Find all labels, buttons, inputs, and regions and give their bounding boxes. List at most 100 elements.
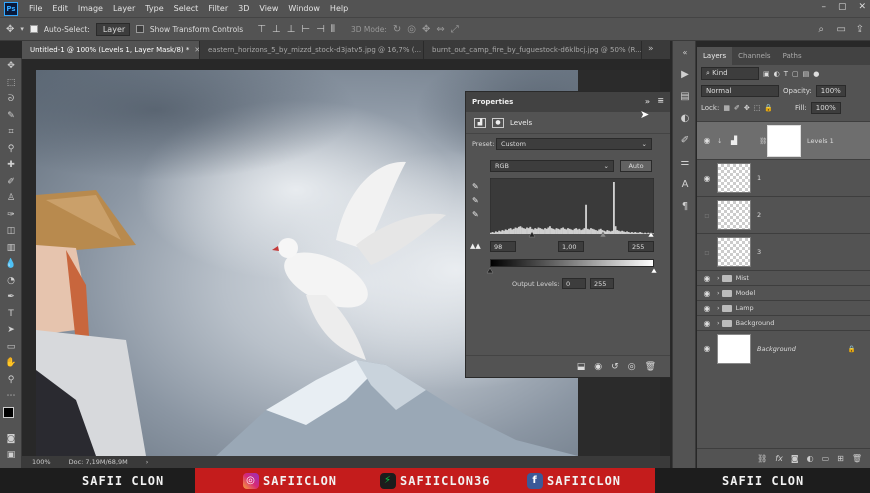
filter-adjustment-icon[interactable]: ◐ bbox=[774, 70, 780, 78]
layer-thumbnail[interactable] bbox=[717, 163, 751, 193]
reset-icon[interactable]: ↺ bbox=[611, 362, 619, 372]
auto-button[interactable]: Auto bbox=[620, 160, 652, 172]
align-bottom-icon[interactable]: ⊥ bbox=[287, 24, 296, 35]
3d-rotate-icon[interactable]: ↻ bbox=[393, 24, 401, 35]
align-middle-icon[interactable]: ⊥ bbox=[272, 24, 281, 35]
fill-field[interactable]: 100% bbox=[810, 101, 841, 114]
menu-select[interactable]: Select bbox=[169, 4, 204, 13]
lock-transparent-icon[interactable]: ▦ bbox=[723, 104, 730, 112]
layer-mask-thumbnail[interactable] bbox=[767, 124, 801, 157]
color-swatches[interactable] bbox=[0, 405, 22, 431]
layer-name[interactable]: Levels 1 bbox=[807, 137, 834, 145]
menu-image[interactable]: Image bbox=[73, 4, 108, 13]
delete-layer-icon[interactable]: 🗑 bbox=[852, 454, 862, 463]
gray-point-eyedropper-icon[interactable]: ✎ bbox=[472, 194, 479, 208]
eye-off-icon[interactable]: ▫ bbox=[697, 211, 717, 220]
play-actions-icon[interactable]: ▶ bbox=[673, 63, 697, 85]
layer-row-2[interactable]: ▫ 2 bbox=[697, 196, 870, 233]
clip-to-layer-icon[interactable]: ⬓ bbox=[577, 362, 586, 372]
input-white-field[interactable]: 255 bbox=[628, 241, 654, 252]
layer-name[interactable]: 2 bbox=[757, 211, 761, 219]
collapse-icon[interactable]: » bbox=[645, 97, 650, 106]
layer-name[interactable]: Mist bbox=[736, 274, 749, 282]
layer-name[interactable]: 1 bbox=[757, 174, 761, 182]
tab-layers[interactable]: Layers bbox=[697, 47, 733, 65]
expand-arrow-icon[interactable]: › bbox=[717, 274, 720, 282]
fx-icon[interactable]: fx bbox=[775, 454, 783, 463]
transform-controls-checkbox[interactable] bbox=[135, 25, 144, 33]
screen-mode-icon[interactable]: ▣ bbox=[0, 447, 22, 464]
eye-icon[interactable]: ◉ bbox=[697, 274, 717, 283]
auto-select-dropdown[interactable]: Layer bbox=[95, 22, 130, 36]
channel-dropdown[interactable]: RGB ⌄ bbox=[490, 160, 614, 172]
share-icon[interactable]: ⇪ bbox=[856, 24, 864, 35]
shape-tool-icon[interactable]: ▭ bbox=[0, 339, 22, 356]
menu-filter[interactable]: Filter bbox=[203, 4, 233, 13]
lock-all-icon[interactable]: 🔒 bbox=[764, 104, 773, 112]
eye-off-icon[interactable]: ▫ bbox=[697, 248, 717, 257]
chevron-down-icon[interactable]: ▾ bbox=[20, 25, 24, 33]
eraser-tool-icon[interactable]: ◫ bbox=[0, 223, 22, 240]
filter-kind-dropdown[interactable]: ⌕ Kind bbox=[701, 67, 759, 80]
expand-arrow-icon[interactable]: › bbox=[717, 319, 720, 327]
new-layer-icon[interactable]: ⊞ bbox=[837, 454, 844, 463]
visibility-icon[interactable]: ◎ bbox=[628, 362, 636, 372]
output-white-field[interactable]: 255 bbox=[590, 278, 614, 289]
layer-name[interactable]: Lamp bbox=[736, 304, 754, 312]
layer-group-background[interactable]: ◉ › Background bbox=[697, 315, 870, 330]
clipping-warning-icon[interactable]: ▲▲ bbox=[470, 242, 481, 250]
path-select-icon[interactable]: ➤ bbox=[0, 322, 22, 339]
layer-name[interactable]: Background bbox=[757, 345, 796, 353]
layer-mask-icon[interactable]: ● bbox=[492, 117, 504, 128]
workspace-icon[interactable]: ▭ bbox=[837, 24, 846, 35]
tab-burnt-out-camp-fire[interactable]: burnt_out_camp_fire_by_fuguestock-d6klbc… bbox=[424, 41, 642, 59]
paragraph-icon[interactable]: ¶ bbox=[673, 195, 697, 217]
character-icon[interactable]: A bbox=[673, 173, 697, 195]
expand-arrow-icon[interactable]: › bbox=[717, 304, 720, 312]
marquee-tool-icon[interactable]: ⬚ bbox=[0, 75, 22, 92]
tab-channels[interactable]: Channels bbox=[732, 47, 776, 65]
align-left-icon[interactable]: ⊢ bbox=[301, 24, 310, 35]
more-tools-icon[interactable]: ⋯ bbox=[0, 388, 22, 405]
link-icon[interactable]: ⛓ bbox=[759, 137, 767, 145]
layer-group-mist[interactable]: ◉ › Mist bbox=[697, 270, 870, 285]
layer-name[interactable]: 3 bbox=[757, 248, 761, 256]
menu-layer[interactable]: Layer bbox=[108, 4, 140, 13]
opacity-field[interactable]: 100% bbox=[815, 84, 846, 97]
lock-position-icon[interactable]: ✥ bbox=[744, 104, 750, 112]
delete-icon[interactable]: 🗑 bbox=[645, 362, 656, 372]
tab-eastern-horizons[interactable]: eastern_horizons_5_by_mizzd_stock-d3jatv… bbox=[200, 41, 424, 59]
3d-roll-icon[interactable]: ◎ bbox=[407, 24, 416, 35]
filter-pixel-icon[interactable]: ▣ bbox=[763, 70, 770, 78]
input-black-field[interactable]: 98 bbox=[490, 241, 516, 252]
filter-shape-icon[interactable]: ▢ bbox=[792, 70, 799, 78]
filter-smart-icon[interactable]: ▤ bbox=[803, 70, 810, 78]
menu-help[interactable]: Help bbox=[325, 4, 353, 13]
eye-icon[interactable]: ◉ bbox=[697, 319, 717, 328]
distribute-icon[interactable]: ⫴ bbox=[331, 24, 335, 35]
eye-icon[interactable]: ◉ bbox=[697, 136, 717, 145]
new-adjustment-icon[interactable]: ◐ bbox=[807, 454, 814, 463]
layer-group-model[interactable]: ◉ › Model bbox=[697, 285, 870, 300]
layer-group-lamp[interactable]: ◉ › Lamp bbox=[697, 300, 870, 315]
expand-panels-icon[interactable]: « bbox=[673, 41, 697, 63]
menu-3d[interactable]: 3D bbox=[233, 4, 254, 13]
input-white-slider[interactable] bbox=[647, 231, 655, 238]
layer-row-1[interactable]: ◉ 1 bbox=[697, 159, 870, 196]
input-black-slider[interactable] bbox=[528, 231, 536, 238]
menu-type[interactable]: Type bbox=[140, 4, 168, 13]
lock-image-icon[interactable]: ✐ bbox=[734, 104, 740, 112]
layer-name[interactable]: Model bbox=[736, 289, 756, 297]
blend-mode-dropdown[interactable]: Normal bbox=[701, 84, 779, 97]
3d-scale-icon[interactable]: ⤢ bbox=[451, 24, 459, 35]
layer-thumbnail[interactable] bbox=[717, 333, 751, 364]
pen-tool-icon[interactable]: ✒ bbox=[0, 289, 22, 306]
filter-type-icon[interactable]: T bbox=[784, 70, 788, 78]
auto-select-checkbox[interactable] bbox=[29, 25, 38, 33]
expand-arrow-icon[interactable]: › bbox=[717, 289, 720, 297]
gradient-tool-icon[interactable]: ▥ bbox=[0, 240, 22, 257]
layer-row-background[interactable]: ◉ Background 🔒 bbox=[697, 330, 870, 366]
eyedropper-tool-icon[interactable]: ⚲ bbox=[0, 141, 22, 158]
move-tool-icon[interactable]: ✥ bbox=[0, 58, 22, 75]
link-layers-icon[interactable]: ⛓ bbox=[757, 454, 767, 463]
